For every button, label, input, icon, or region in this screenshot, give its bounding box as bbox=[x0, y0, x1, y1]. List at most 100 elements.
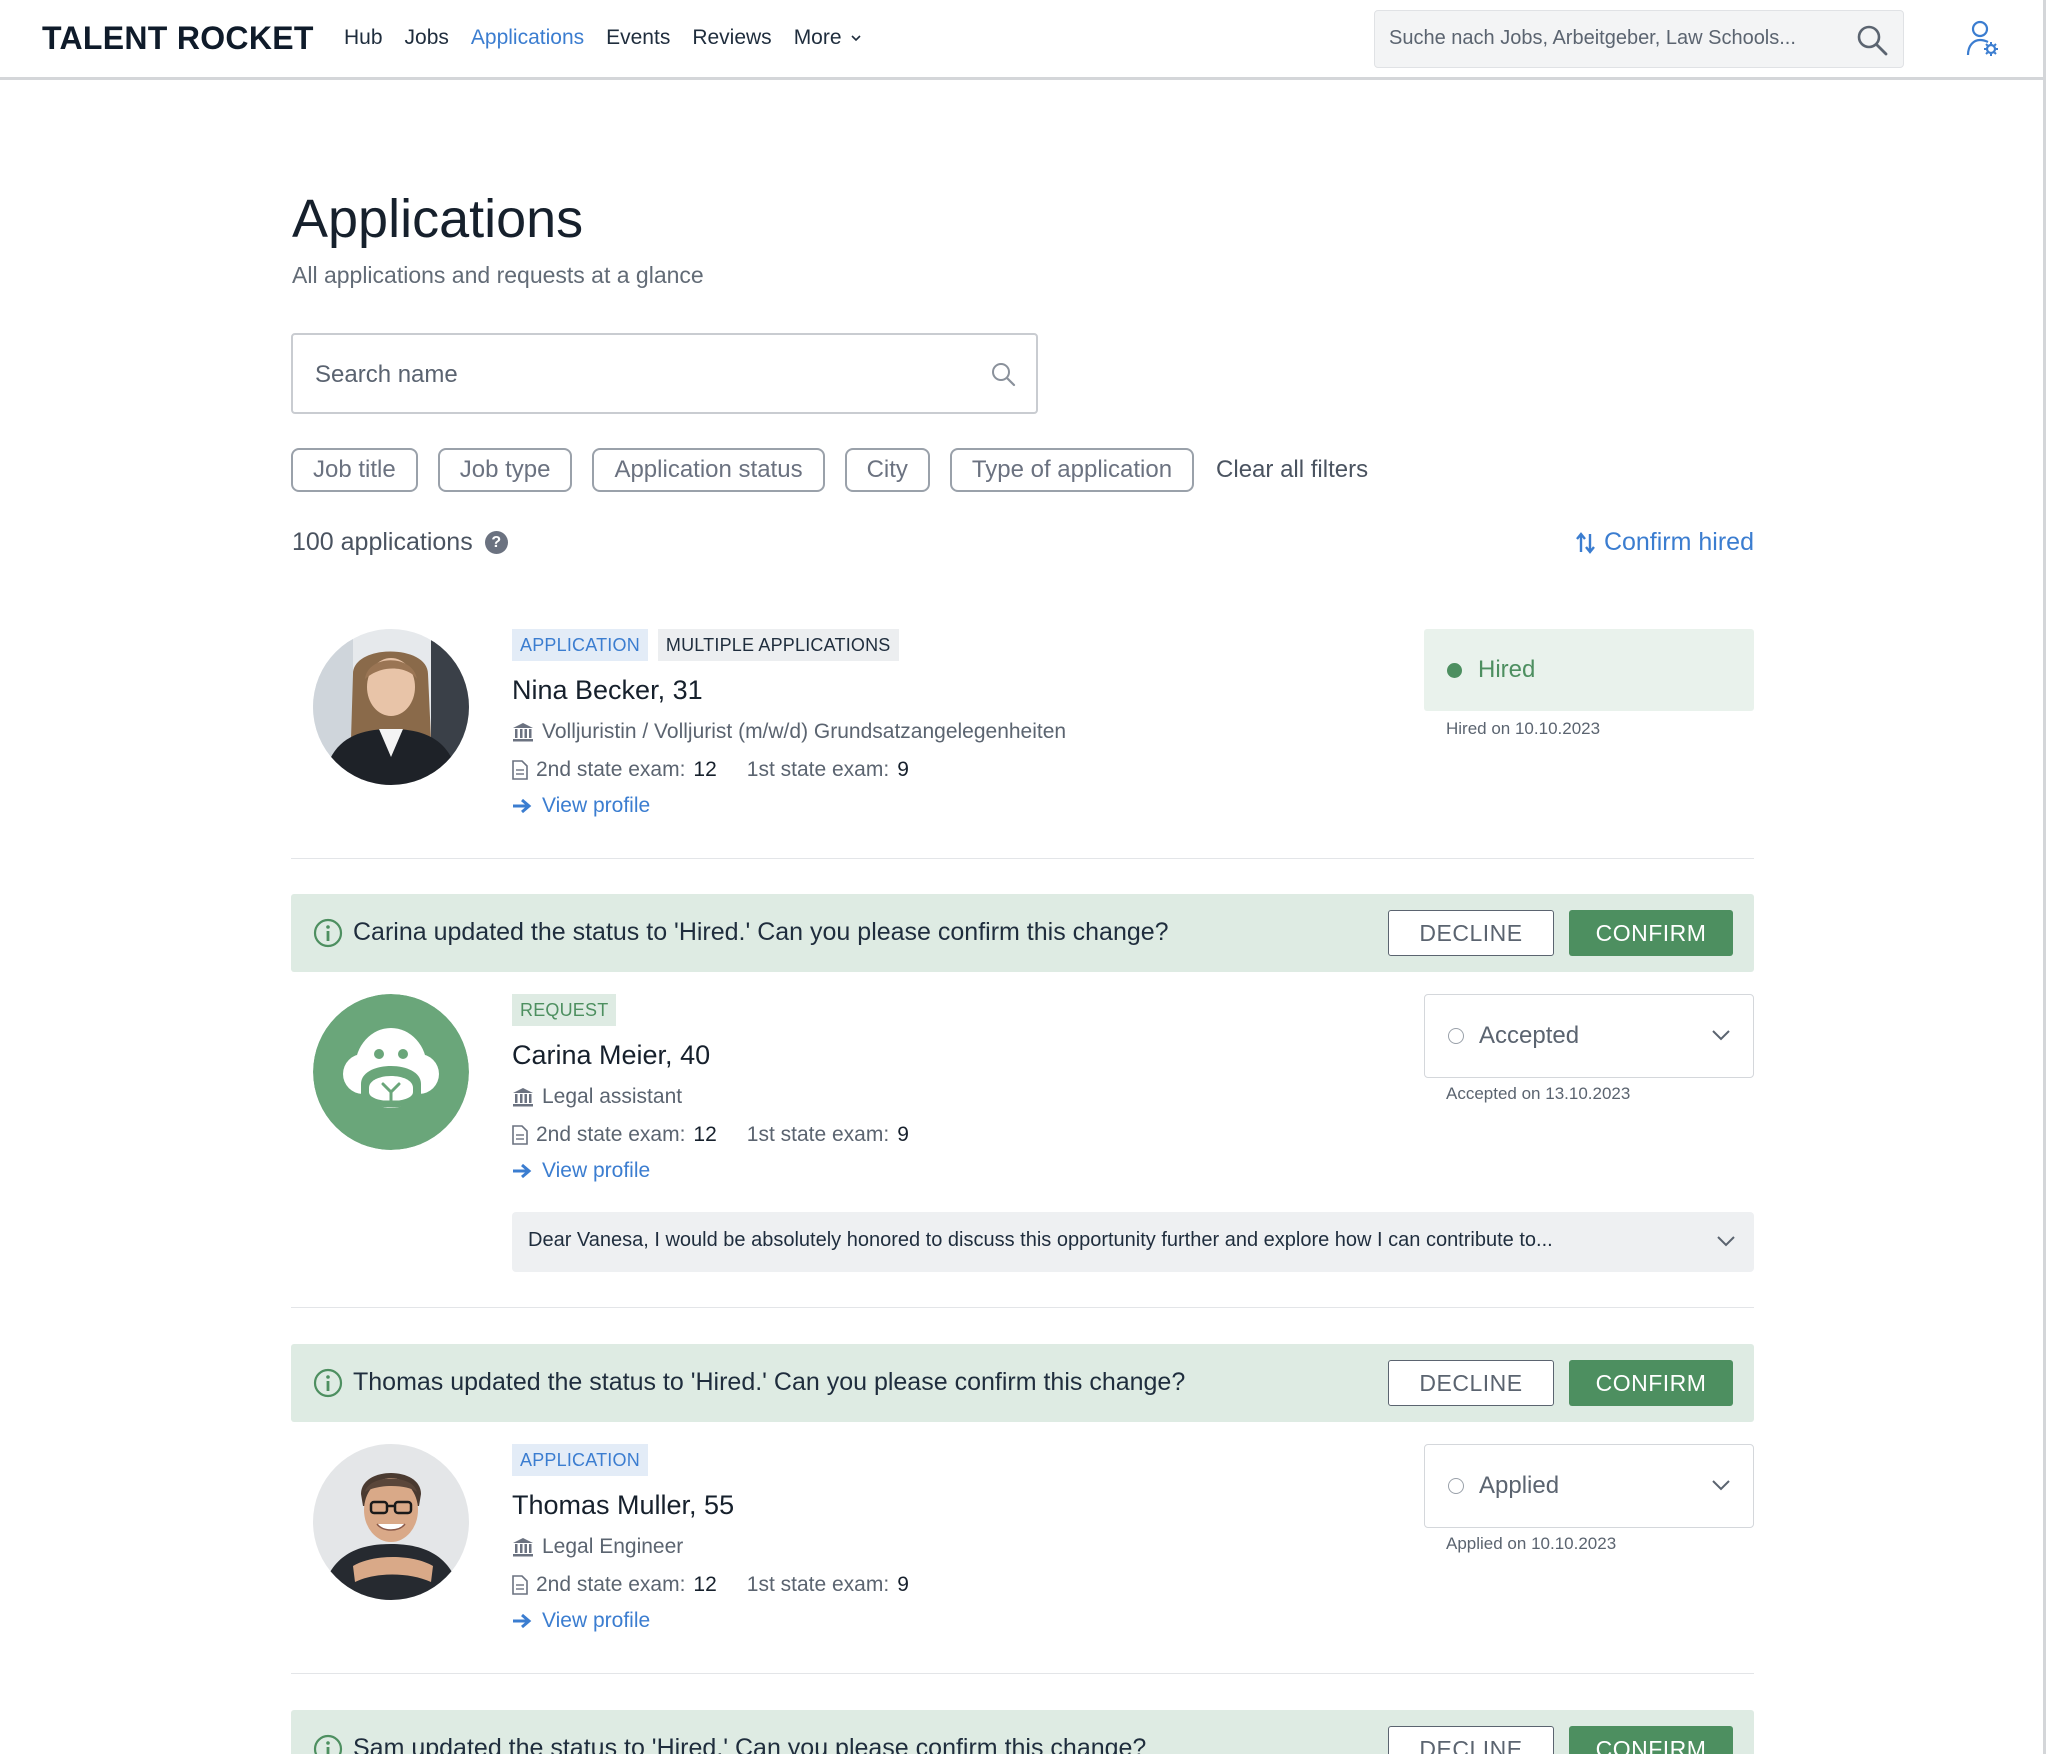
nav-jobs[interactable]: Jobs bbox=[405, 26, 449, 50]
job-title: Legal assistant bbox=[542, 1085, 683, 1108]
decline-button[interactable]: DECLINE bbox=[1388, 910, 1554, 956]
tag-application: APPLICATION bbox=[512, 629, 648, 661]
filter-application-status[interactable]: Application status bbox=[592, 448, 825, 492]
applicant-info: APPLICATION MULTIPLE APPLICATIONS Nina B… bbox=[512, 629, 1312, 818]
job-row: Legal assistant bbox=[512, 1085, 1312, 1109]
page-title: Applications bbox=[292, 189, 584, 249]
status-radio-icon bbox=[1448, 1478, 1464, 1494]
avatar[interactable] bbox=[313, 994, 469, 1150]
status-date: Hired on 10.10.2023 bbox=[1446, 719, 1601, 738]
sort-icon bbox=[1576, 531, 1595, 554]
nav-more[interactable]: More bbox=[794, 26, 862, 50]
status-label: Applied bbox=[1479, 1472, 1560, 1499]
chevron-down-icon bbox=[1712, 1030, 1730, 1041]
status-date: Accepted on 13.10.2023 bbox=[1446, 1084, 1631, 1103]
application-card: REQUEST Carina Meier, 40 Legal assistant… bbox=[291, 994, 1754, 1274]
logo[interactable]: TALENT ROCKET bbox=[42, 20, 314, 57]
filter-job-title[interactable]: Job title bbox=[291, 448, 418, 492]
confirm-notice: Thomas updated the status to 'Hired.' Ca… bbox=[291, 1344, 1754, 1422]
applicant-name: Nina Becker, 31 bbox=[512, 675, 703, 705]
info-icon bbox=[313, 1368, 343, 1398]
applicant-info: APPLICATION Thomas Muller, 55 Legal Engi… bbox=[512, 1444, 1312, 1633]
confirm-button[interactable]: CONFIRM bbox=[1569, 1726, 1733, 1754]
notice-message: Sam updated the status to 'Hired.' Can y… bbox=[353, 1734, 1147, 1754]
nav-reviews[interactable]: Reviews bbox=[692, 26, 771, 50]
tag-multiple-applications: MULTIPLE APPLICATIONS bbox=[657, 629, 899, 661]
status-dropdown[interactable]: Applied bbox=[1424, 1444, 1754, 1528]
main-nav: Hub Jobs Applications Events Reviews Mor… bbox=[344, 26, 862, 50]
exam1-label: 1st state exam: bbox=[746, 1573, 890, 1596]
divider bbox=[291, 1673, 1754, 1674]
exam2-label: 2nd state exam: bbox=[536, 758, 686, 781]
chevron-down-icon bbox=[850, 35, 861, 42]
exam-row: 2nd state exam: 12 1st state exam: 9 bbox=[512, 1573, 1312, 1597]
applicant-name: Thomas Muller, 55 bbox=[512, 1490, 735, 1520]
search-icon bbox=[992, 363, 1016, 387]
view-profile-label: View profile bbox=[542, 794, 651, 817]
application-card: APPLICATION MULTIPLE APPLICATIONS Nina B… bbox=[291, 629, 1754, 829]
filter-job-type[interactable]: Job type bbox=[437, 448, 573, 492]
exam1-label: 1st state exam: bbox=[746, 758, 890, 781]
bank-icon bbox=[513, 1088, 533, 1107]
global-search-placeholder: Suche nach Jobs, Arbeitgeber, Law School… bbox=[1389, 27, 1796, 49]
confirm-notice: Carina updated the status to 'Hired.' Ca… bbox=[291, 894, 1754, 972]
applications-count: 100 applications ? bbox=[292, 528, 508, 557]
tag-list: REQUEST bbox=[512, 994, 1312, 1026]
help-icon[interactable]: ? bbox=[484, 531, 508, 554]
status-radio-icon bbox=[1448, 1028, 1464, 1044]
application-card: APPLICATION Thomas Muller, 55 Legal Engi… bbox=[291, 1444, 1754, 1644]
status-date: Applied on 10.10.2023 bbox=[1446, 1534, 1617, 1553]
view-profile-link[interactable]: View profile bbox=[512, 1609, 1312, 1633]
applicant-name: Carina Meier, 40 bbox=[512, 1040, 711, 1070]
confirm-button[interactable]: CONFIRM bbox=[1569, 1360, 1733, 1406]
global-search-input[interactable]: Suche nach Jobs, Arbeitgeber, Law School… bbox=[1374, 10, 1904, 68]
job-title: Volljuristin / Volljurist (m/w/d) Grunds… bbox=[542, 720, 1067, 743]
request-message-preview[interactable]: Dear Vanesa, I would be absolutely honor… bbox=[512, 1212, 1754, 1272]
notice-message: Carina updated the status to 'Hired.' Ca… bbox=[353, 918, 1169, 946]
info-icon bbox=[313, 918, 343, 948]
view-profile-link[interactable]: View profile bbox=[512, 794, 1312, 818]
view-profile-link[interactable]: View profile bbox=[512, 1159, 1312, 1183]
avatar[interactable] bbox=[313, 629, 469, 785]
filter-type-of-application[interactable]: Type of application bbox=[949, 448, 1195, 492]
job-row: Legal Engineer bbox=[512, 1535, 1312, 1559]
status-dot bbox=[1447, 663, 1462, 678]
document-icon bbox=[512, 760, 528, 780]
decline-button[interactable]: DECLINE bbox=[1388, 1726, 1554, 1754]
sort-confirm-hired-button[interactable]: Confirm hired bbox=[1576, 528, 1754, 557]
divider bbox=[291, 858, 1754, 859]
exam2-label: 2nd state exam: bbox=[536, 1573, 686, 1596]
exam1-score: 9 bbox=[897, 1123, 909, 1146]
filter-city[interactable]: City bbox=[844, 448, 930, 492]
search-icon[interactable] bbox=[1855, 23, 1889, 57]
chevron-down-icon bbox=[1717, 1236, 1735, 1247]
arrow-right-icon bbox=[513, 1613, 532, 1629]
clear-all-filters-button[interactable]: Clear all filters bbox=[1216, 456, 1368, 484]
chevron-down-icon bbox=[1712, 1480, 1730, 1491]
nav-events[interactable]: Events bbox=[606, 26, 670, 50]
divider bbox=[291, 1307, 1754, 1308]
search-name-placeholder: Search name bbox=[315, 361, 458, 388]
exam2-label: 2nd state exam: bbox=[536, 1123, 686, 1146]
applicant-info: REQUEST Carina Meier, 40 Legal assistant… bbox=[512, 994, 1312, 1183]
status-badge: Hired bbox=[1424, 629, 1754, 711]
arrow-right-icon bbox=[513, 1163, 532, 1179]
nav-hub[interactable]: Hub bbox=[344, 26, 383, 50]
status-label: Hired bbox=[1478, 656, 1536, 683]
info-icon bbox=[313, 1734, 343, 1754]
filter-bar: Job title Job type Application status Ci… bbox=[291, 448, 1368, 492]
user-settings-icon[interactable] bbox=[1966, 20, 2000, 58]
exam1-label: 1st state exam: bbox=[746, 1123, 890, 1146]
document-icon bbox=[512, 1125, 528, 1145]
exam2-score: 12 bbox=[693, 1573, 717, 1596]
exam1-score: 9 bbox=[897, 1573, 909, 1596]
exam-row: 2nd state exam: 12 1st state exam: 9 bbox=[512, 1123, 1312, 1147]
avatar[interactable] bbox=[313, 1444, 469, 1600]
status-dropdown[interactable]: Accepted bbox=[1424, 994, 1754, 1078]
decline-button[interactable]: DECLINE bbox=[1388, 1360, 1554, 1406]
bank-icon bbox=[513, 1538, 533, 1557]
nav-applications[interactable]: Applications bbox=[471, 26, 584, 50]
confirm-button[interactable]: CONFIRM bbox=[1569, 910, 1733, 956]
tag-application: APPLICATION bbox=[512, 1444, 648, 1476]
search-name-input[interactable]: Search name bbox=[291, 333, 1038, 414]
